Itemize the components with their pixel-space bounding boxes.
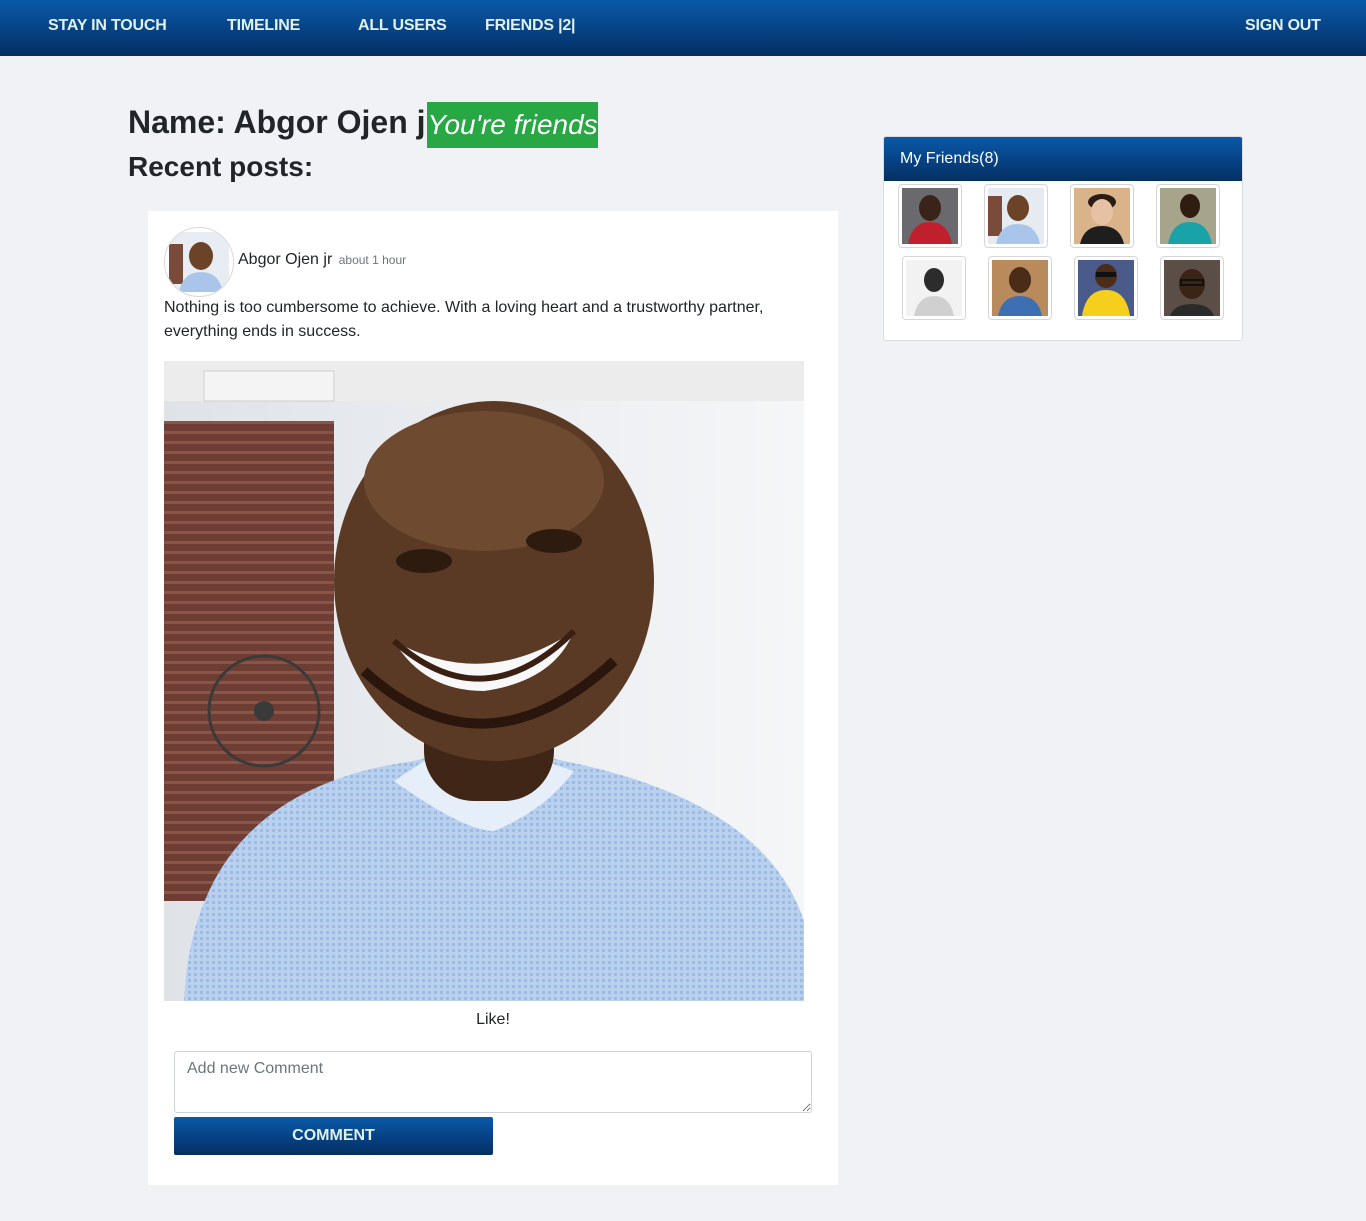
post-timestamp: about 1 hour bbox=[338, 253, 407, 267]
nav-all-users-link[interactable]: ALL USERS bbox=[358, 17, 447, 35]
top-navbar: STAY IN TOUCH TIMELINE ALL USERS FRIENDS… bbox=[0, 0, 1366, 56]
nav-sign-out-link[interactable]: SIGN OUT bbox=[1245, 17, 1321, 35]
nav-brand-link[interactable]: STAY IN TOUCH bbox=[48, 17, 167, 35]
post-card: Abgor Ojen jr about 1 hour Nothing is to… bbox=[148, 211, 838, 1185]
friend-thumbnail[interactable] bbox=[988, 256, 1052, 320]
nav-timeline-link[interactable]: TIMELINE bbox=[227, 17, 300, 35]
friend-avatar-icon bbox=[902, 188, 958, 244]
like-link[interactable]: Like! bbox=[148, 1011, 838, 1029]
friend-thumbnail[interactable] bbox=[1074, 256, 1138, 320]
post-author-avatar[interactable] bbox=[164, 227, 234, 297]
friends-status-badge: You're friends bbox=[427, 102, 598, 148]
friend-avatar-icon bbox=[1160, 188, 1216, 244]
my-friends-panel: My Friends(8) bbox=[883, 136, 1243, 341]
friend-avatar-icon bbox=[1078, 260, 1134, 316]
friend-thumbnail[interactable] bbox=[984, 184, 1048, 248]
friend-avatar-icon bbox=[992, 260, 1048, 316]
post-author-name[interactable]: Abgor Ojen jr bbox=[238, 251, 332, 268]
post-text: Nothing is too cumbersome to achieve. Wi… bbox=[164, 299, 764, 340]
comment-submit-button[interactable]: COMMENT bbox=[174, 1117, 493, 1155]
post-author-line: Abgor Ojen jr about 1 hour bbox=[238, 251, 406, 269]
profile-name-heading: Name: Abgor Ojen jr bbox=[128, 104, 438, 140]
friend-avatar-icon bbox=[1164, 260, 1220, 316]
recent-posts-heading: Recent posts: bbox=[128, 151, 314, 182]
post-image-selfie-icon bbox=[164, 361, 804, 1001]
friend-thumbnail[interactable] bbox=[1160, 256, 1224, 320]
nav-friends-link[interactable]: FRIENDS |2| bbox=[485, 17, 576, 35]
avatar-photo-icon bbox=[169, 232, 229, 292]
my-friends-header: My Friends(8) bbox=[884, 137, 1242, 181]
friend-thumbnail[interactable] bbox=[1070, 184, 1134, 248]
friend-avatar-icon bbox=[1074, 188, 1130, 244]
friend-thumbnail[interactable] bbox=[898, 184, 962, 248]
friend-thumbnail[interactable] bbox=[902, 256, 966, 320]
friend-avatar-icon bbox=[988, 188, 1044, 244]
comment-input[interactable] bbox=[174, 1051, 812, 1113]
friend-thumbnail[interactable] bbox=[1156, 184, 1220, 248]
friend-avatar-icon bbox=[906, 260, 962, 316]
post-photo bbox=[164, 361, 804, 1001]
